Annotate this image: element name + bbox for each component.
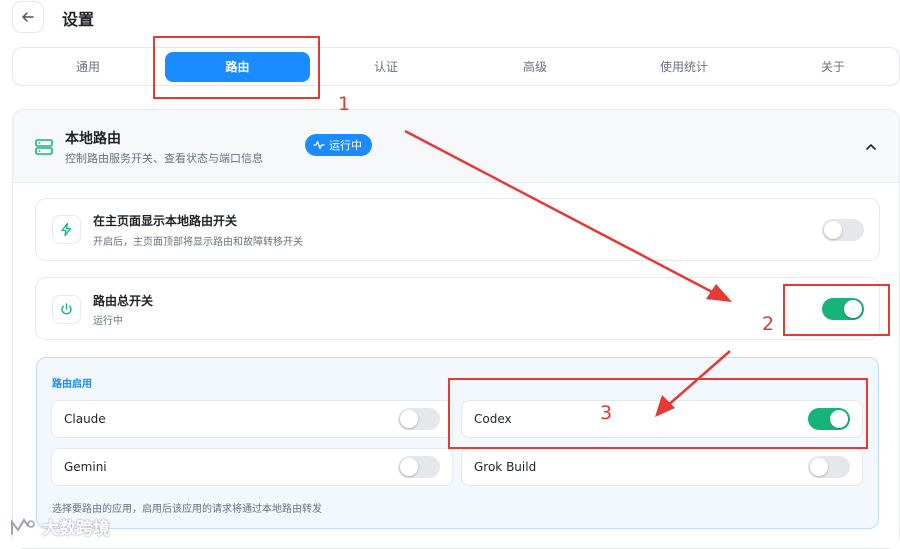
- watermark: 大数跨境: [8, 514, 110, 539]
- annotation-arrow-1: [404, 129, 732, 302]
- annotation-arrow-2: [655, 350, 731, 417]
- watermark-logo-icon: [11, 517, 35, 535]
- watermark-text: 大数跨境: [42, 519, 110, 539]
- annotation-arrows: [404, 129, 732, 417]
